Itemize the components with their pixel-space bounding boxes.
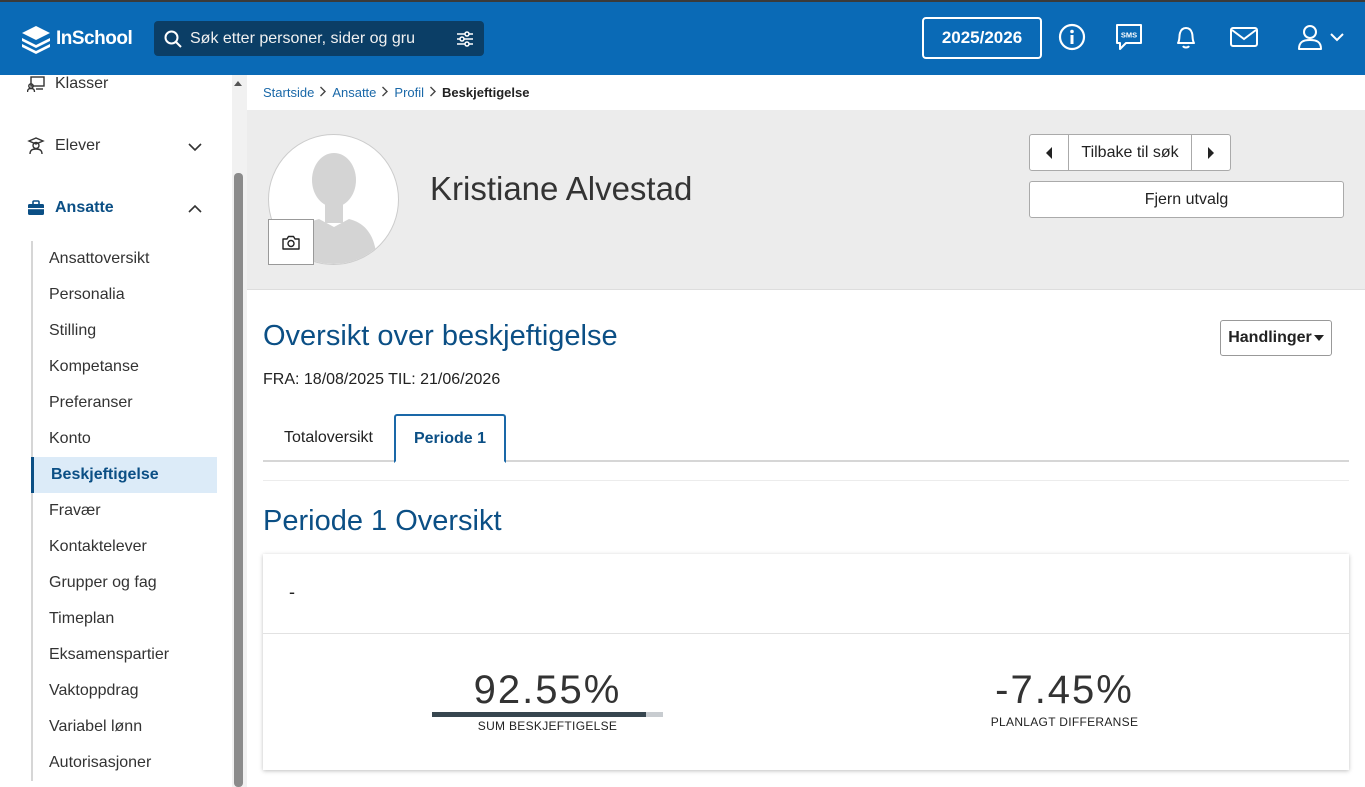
app-logo[interactable]: InSchool xyxy=(20,24,133,54)
sidebar-item-fravaer[interactable]: Fravær xyxy=(31,493,221,529)
camera-icon xyxy=(282,235,300,250)
caret-down-icon xyxy=(1313,335,1324,341)
inschool-logo-icon xyxy=(22,26,50,54)
top-bar: InSchool Søk etter personer, sider og gr… xyxy=(0,0,1365,75)
breadcrumb-ansatte[interactable]: Ansatte xyxy=(332,85,376,100)
mail-icon[interactable] xyxy=(1229,22,1259,52)
sidebar-item-label: Klasser xyxy=(55,75,109,92)
info-icon[interactable] xyxy=(1057,22,1087,52)
period-title: Periode 1 Oversikt xyxy=(263,505,502,537)
sidebar-item-grupper-og-fag[interactable]: Grupper og fag xyxy=(31,565,221,601)
sidebar-item-klasser[interactable]: Klasser xyxy=(27,72,108,96)
sidebar: Klasser Elever Ansatte Ansattoversikt Pe… xyxy=(0,75,247,787)
bell-icon[interactable] xyxy=(1171,22,1201,52)
next-result-button[interactable] xyxy=(1192,135,1230,170)
sms-icon[interactable]: SMS xyxy=(1114,22,1144,52)
card-divider xyxy=(263,633,1349,634)
employment-progress-fill xyxy=(432,712,646,717)
sidebar-item-personalia[interactable]: Personalia xyxy=(31,277,221,313)
sidebar-item-label: Elever xyxy=(55,137,101,154)
metric-value: 92.55% xyxy=(473,668,622,712)
sidebar-item-stilling[interactable]: Stilling xyxy=(31,313,221,349)
tab-bar: Totaloversikt Periode 1 xyxy=(263,414,1349,463)
sidebar-item-label: Ansatte xyxy=(55,199,114,216)
breadcrumb-startside[interactable]: Startside xyxy=(263,85,314,100)
breadcrumb: Startside Ansatte Profil Beskjeftigelse xyxy=(263,83,529,101)
previous-result-button[interactable] xyxy=(1030,135,1068,170)
metric-label: SUM BESKJEFTIGELSE xyxy=(477,719,618,733)
period-summary-card: - 92.55% SUM BESKJEFTIGELSE -7.45% PLANL… xyxy=(263,554,1349,770)
school-year-button[interactable]: 2025/2026 xyxy=(922,17,1042,59)
chevron-down-icon xyxy=(1330,33,1344,42)
sidebar-subnav-ansatte: Ansattoversikt Personalia Stilling Kompe… xyxy=(31,241,221,781)
chevron-up-icon[interactable] xyxy=(187,201,203,217)
tab-periode-1[interactable]: Periode 1 xyxy=(394,414,506,463)
sidebar-item-kompetanse[interactable]: Kompetanse xyxy=(31,349,221,385)
sidebar-item-ansattoversikt[interactable]: Ansattoversikt xyxy=(31,241,221,277)
chevron-down-icon[interactable] xyxy=(187,139,203,155)
briefcase-icon xyxy=(27,199,45,217)
search-navigation: Tilbake til søk xyxy=(1029,134,1231,171)
caret-right-icon xyxy=(1208,146,1214,159)
breadcrumb-current: Beskjeftigelse xyxy=(442,84,530,100)
card-heading: - xyxy=(289,582,295,602)
sidebar-item-ansatte[interactable]: Ansatte xyxy=(27,196,114,220)
sidebar-item-konto[interactable]: Konto xyxy=(31,421,221,457)
sidebar-item-elever[interactable]: Elever xyxy=(27,134,100,158)
classroom-icon xyxy=(27,75,45,93)
scroll-up-arrow-icon[interactable] xyxy=(234,81,242,86)
change-photo-button[interactable] xyxy=(268,219,314,265)
caret-left-icon xyxy=(1046,146,1052,159)
sidebar-item-timeplan[interactable]: Timeplan xyxy=(31,601,221,637)
sidebar-item-variabel-lonn[interactable]: Variabel lønn xyxy=(31,709,221,745)
search-input[interactable]: Søk etter personer, sider og gru xyxy=(190,30,456,48)
student-icon xyxy=(27,137,45,155)
sidebar-item-eksamenspartier[interactable]: Eksamenspartier xyxy=(31,637,221,673)
divider xyxy=(263,480,1349,481)
app-logo-text: InSchool xyxy=(56,28,133,49)
filter-sliders-icon[interactable] xyxy=(456,30,474,47)
person-name: Kristiane Alvestad xyxy=(430,170,693,207)
sidebar-item-kontaktelever[interactable]: Kontaktelever xyxy=(31,529,221,565)
sidebar-item-autorisasjoner[interactable]: Autorisasjoner xyxy=(31,745,221,781)
metric-sum-employment: 92.55% SUM BESKJEFTIGELSE xyxy=(432,668,663,733)
sms-icon-label: SMS xyxy=(1121,31,1137,40)
user-icon xyxy=(1298,25,1322,50)
chevron-right-icon xyxy=(429,85,437,100)
breadcrumb-profil[interactable]: Profil xyxy=(394,85,424,100)
chevron-right-icon xyxy=(381,85,389,100)
clear-selection-button[interactable]: Fjern utvalg xyxy=(1029,181,1344,218)
sidebar-item-vaktoppdrag[interactable]: Vaktoppdrag xyxy=(31,673,221,709)
search-icon xyxy=(164,30,182,48)
user-menu-button[interactable] xyxy=(1295,22,1347,52)
tab-totaloversikt[interactable]: Totaloversikt xyxy=(263,414,394,462)
actions-label: Handlinger xyxy=(1228,329,1312,346)
global-search[interactable]: Søk etter personer, sider og gru xyxy=(154,21,484,56)
sidebar-scrollbar-thumb[interactable] xyxy=(234,173,243,787)
metric-value: -7.45% xyxy=(995,668,1134,712)
employment-progress-bar xyxy=(432,712,663,717)
metric-label: PLANLAGT DIFFERANSE xyxy=(990,715,1139,729)
sidebar-item-beskjeftigelse[interactable]: Beskjeftigelse xyxy=(31,457,217,493)
back-to-search-button[interactable]: Tilbake til søk xyxy=(1068,135,1192,170)
metric-planned-difference: -7.45% PLANLAGT DIFFERANSE xyxy=(963,668,1166,729)
sidebar-item-preferanser[interactable]: Preferanser xyxy=(31,385,221,421)
actions-dropdown-button[interactable]: Handlinger xyxy=(1220,320,1332,356)
date-range: FRA: 18/08/2025 TIL: 21/06/2026 xyxy=(263,371,501,388)
chevron-right-icon xyxy=(319,85,327,100)
page-title: Oversikt over beskjeftigelse xyxy=(263,320,618,352)
